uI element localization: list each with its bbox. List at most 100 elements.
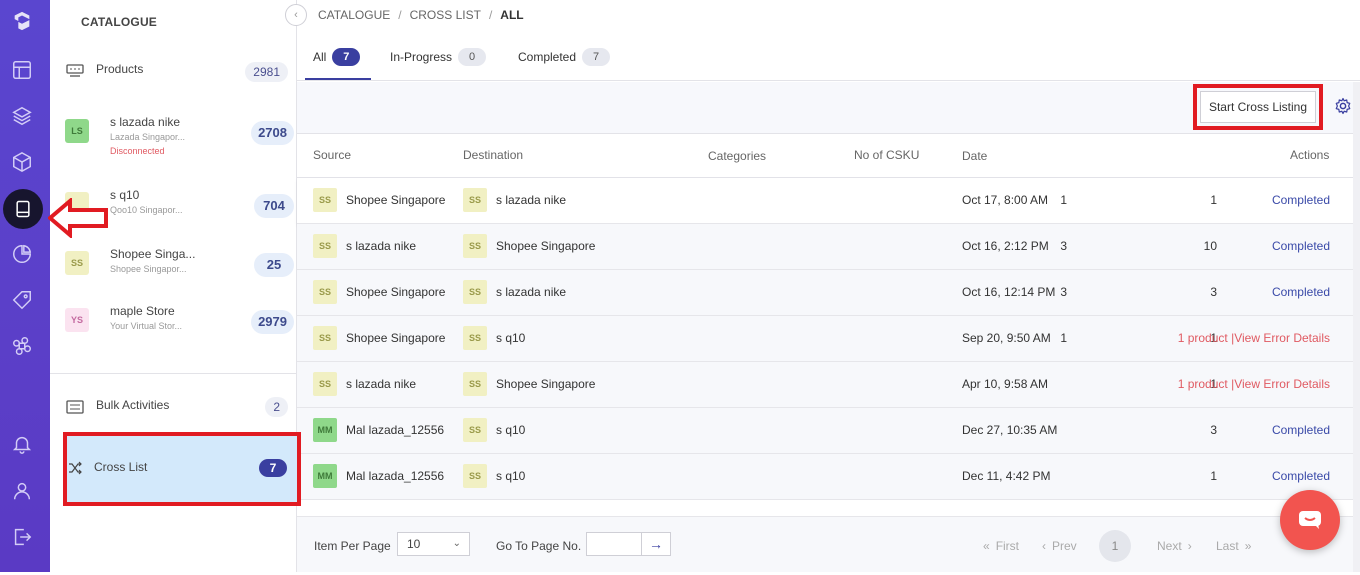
- source-badge: MM: [313, 418, 337, 442]
- toolbar: Start Cross Listing: [297, 82, 1360, 134]
- column-header-actions: Actions: [1290, 148, 1330, 162]
- breadcrumb-cross-list[interactable]: CROSS LIST: [410, 8, 481, 22]
- start-cross-listing-button[interactable]: Start Cross Listing: [1200, 91, 1316, 123]
- prev-label: Prev: [1052, 539, 1077, 553]
- source-badge: SS: [313, 280, 337, 304]
- bulk-activities-count: 2: [265, 397, 288, 417]
- date: Oct 16, 2:12 PM: [962, 239, 1049, 253]
- sidebar-item-products[interactable]: Products 2981: [66, 61, 288, 83]
- breadcrumb-catalogue[interactable]: CATALOGUE: [318, 8, 390, 22]
- status-link[interactable]: Completed: [1272, 193, 1330, 207]
- box-icon[interactable]: [9, 149, 35, 175]
- table-header: Source Destination Categories No of CSKU…: [297, 134, 1360, 178]
- table-row[interactable]: SS Shopee Singapore SS s lazada nike 3 3…: [297, 270, 1360, 316]
- double-chevron-right-icon: »: [1244, 539, 1252, 553]
- error-count: 1 product: [1177, 377, 1228, 391]
- tag-icon[interactable]: [9, 287, 35, 313]
- categories-count: 1: [1060, 331, 1067, 345]
- source-name: Shopee Singapore: [346, 193, 446, 207]
- status-link[interactable]: Completed: [1272, 285, 1330, 299]
- table-row[interactable]: MM Mal lazada_12556 SS s q10 3 Dec 27, 1…: [297, 408, 1360, 454]
- categories-count: 1: [1060, 193, 1067, 207]
- destination-name: s q10: [496, 469, 526, 483]
- chevron-down-icon: ⌄: [452, 538, 461, 549]
- status-link[interactable]: Completed: [1272, 239, 1330, 253]
- table-row[interactable]: SS s lazada nike SS Shopee Singapore 1 A…: [297, 362, 1360, 408]
- breadcrumb-all: ALL: [500, 8, 524, 22]
- table-row[interactable]: MM Mal lazada_12556 SS s q10 1 Dec 11, 4…: [297, 454, 1360, 500]
- breadcrumb: CATALOGUE / CROSS LIST / ALL: [318, 8, 524, 22]
- source-badge: SS: [313, 326, 337, 350]
- chat-icon: [1299, 511, 1321, 529]
- double-chevron-left-icon: «: [983, 539, 990, 553]
- sidebar-item-bulk-activities[interactable]: Bulk Activities 2: [66, 396, 288, 418]
- command-icon[interactable]: [9, 333, 35, 359]
- error-actions: 1 product |View Error Details: [1177, 377, 1330, 391]
- gear-icon[interactable]: [1334, 97, 1352, 115]
- store-name: Shopee Singa...: [110, 247, 196, 261]
- tab-count: 0: [458, 48, 487, 66]
- source-name: Shopee Singapore: [346, 285, 446, 299]
- source-name: s lazada nike: [346, 377, 417, 391]
- first-page-button[interactable]: « First: [983, 539, 1019, 553]
- collapse-panel-button[interactable]: ‹: [285, 4, 307, 26]
- annotation-arrow-icon: [48, 198, 108, 238]
- table-row[interactable]: SS Shopee Singapore SS s lazada nike 1 1…: [297, 178, 1360, 224]
- column-header-categories: Categories: [708, 149, 767, 163]
- go-arrow-button[interactable]: →: [641, 532, 671, 556]
- tab-completed[interactable]: Completed 7: [518, 48, 611, 66]
- pagination-bar: Item Per Page 10 ⌄ Go To Page No. → « Fir…: [297, 516, 1360, 572]
- scrollbar-track[interactable]: [1353, 82, 1360, 572]
- destination-name: s lazada nike: [496, 193, 567, 207]
- chat-button[interactable]: [1280, 490, 1340, 550]
- next-label: Next: [1157, 539, 1182, 553]
- view-error-details-link[interactable]: View Error Details: [1234, 377, 1330, 391]
- items-per-page-value: 10: [407, 537, 421, 551]
- status-tabs: All 7 In-Progress 0 Completed 7: [297, 38, 1360, 81]
- logo-icon[interactable]: [9, 8, 35, 34]
- last-label: Last: [1216, 539, 1239, 553]
- first-label: First: [995, 539, 1020, 553]
- next-page-button[interactable]: Next ›: [1157, 539, 1192, 553]
- destination-name: Shopee Singapore: [496, 377, 596, 391]
- user-icon[interactable]: [9, 478, 35, 504]
- date: Dec 11, 4:42 PM: [962, 469, 1051, 483]
- view-error-details-link[interactable]: View Error Details: [1234, 331, 1330, 345]
- page-number-input[interactable]: [586, 532, 642, 556]
- store-item[interactable]: SS Shopee Singa... Shopee Singapor... 25: [64, 247, 294, 297]
- tab-all[interactable]: All 7: [313, 48, 361, 66]
- tab-count: 7: [582, 48, 611, 66]
- logout-icon[interactable]: [9, 524, 35, 550]
- destination-name: s lazada nike: [496, 285, 567, 299]
- table-row[interactable]: SS Shopee Singapore SS s q10 1 1 Sep 20,…: [297, 316, 1360, 362]
- layers-icon[interactable]: [9, 103, 35, 129]
- store-item[interactable]: LS s lazada nike Lazada Singapor... Disc…: [64, 115, 294, 165]
- pie-chart-icon[interactable]: [9, 241, 35, 267]
- table-row[interactable]: SS s lazada nike SS Shopee Singapore 3 1…: [297, 224, 1360, 270]
- status-link[interactable]: Completed: [1272, 469, 1330, 483]
- tab-in-progress[interactable]: In-Progress 0: [390, 48, 487, 66]
- destination-badge: SS: [463, 372, 487, 396]
- store-marketplace: Your Virtual Stor...: [110, 321, 183, 331]
- current-page[interactable]: 1: [1099, 530, 1131, 562]
- status-link[interactable]: Completed: [1272, 423, 1330, 437]
- source-name: s lazada nike: [346, 239, 417, 253]
- store-name: s lazada nike: [110, 115, 181, 129]
- last-page-button[interactable]: Last »: [1216, 539, 1251, 553]
- catalogue-book-icon[interactable]: [3, 189, 43, 229]
- store-item[interactable]: YS maple Store Your Virtual Stor... 2979: [64, 304, 294, 354]
- store-count: 2979: [251, 310, 294, 334]
- date: Apr 10, 9:58 AM: [962, 377, 1049, 391]
- error-actions: 1 product |View Error Details: [1177, 331, 1330, 345]
- icon-rail: [0, 0, 50, 572]
- destination-badge: SS: [463, 418, 487, 442]
- tab-label: Completed: [518, 50, 577, 64]
- items-per-page-select[interactable]: 10 ⌄: [397, 532, 470, 556]
- store-name: maple Store: [110, 304, 175, 318]
- layout-icon[interactable]: [9, 57, 35, 83]
- csku-count: 3: [1210, 423, 1217, 437]
- products-icon: [66, 64, 84, 77]
- bell-icon[interactable]: [9, 431, 35, 457]
- categories-count: 3: [1060, 239, 1067, 253]
- prev-page-button[interactable]: ‹ Prev: [1042, 539, 1077, 553]
